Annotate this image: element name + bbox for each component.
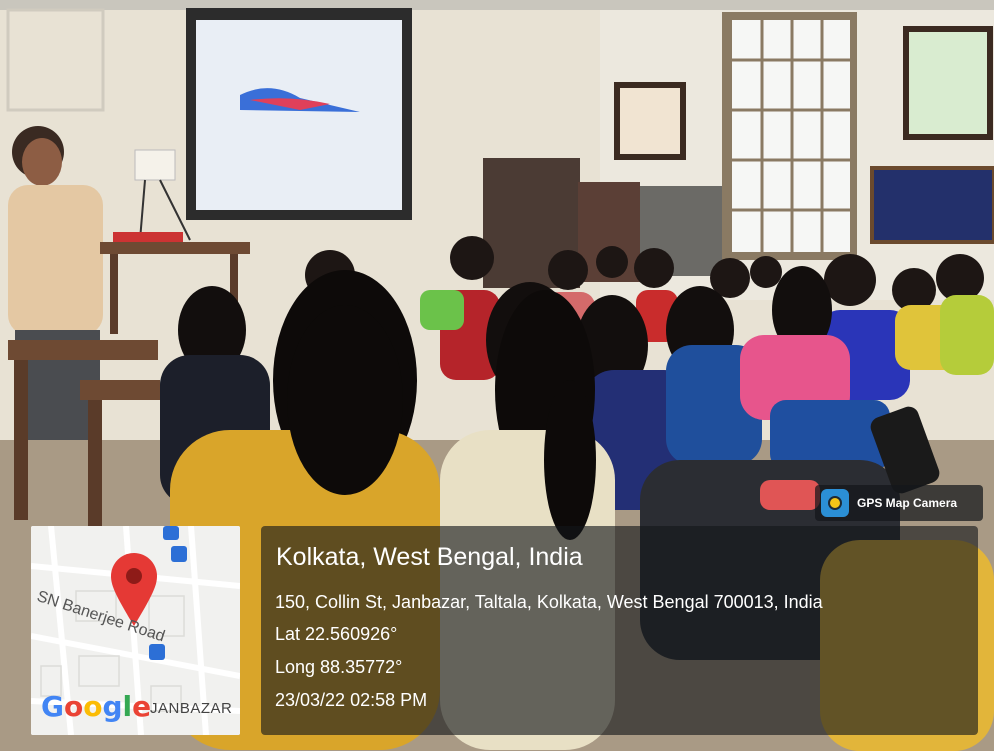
ceiling-edge xyxy=(0,0,994,10)
transit-icon-lower xyxy=(149,644,165,660)
front-desk xyxy=(100,242,250,254)
camera-pin-icon xyxy=(821,489,849,517)
location-title: Kolkata, West Bengal, India xyxy=(276,543,583,571)
teacher-shirt xyxy=(8,185,103,335)
google-logo: Google xyxy=(41,690,152,723)
address-text: 150, Collin St, Janbazar, Taltala, Kolka… xyxy=(275,592,823,612)
map-area-label: JANBAZAR xyxy=(150,700,233,717)
timestamp-text: 23/03/22 02:58 PM xyxy=(275,690,428,710)
socket-board xyxy=(134,149,176,181)
photo-frame: SN Banerjee Road JANBAZAR Google GPS Map… xyxy=(0,0,994,751)
latitude-text: Lat 22.560926° xyxy=(275,624,398,644)
longitude-text: Long 88.35772° xyxy=(275,657,403,677)
notice-board xyxy=(870,166,994,244)
gps-app-label: GPS Map Camera xyxy=(857,496,958,510)
projection-screen xyxy=(196,20,402,210)
desk-left xyxy=(8,340,158,360)
transit-icon-top xyxy=(163,526,179,540)
transit-icon xyxy=(171,546,187,562)
